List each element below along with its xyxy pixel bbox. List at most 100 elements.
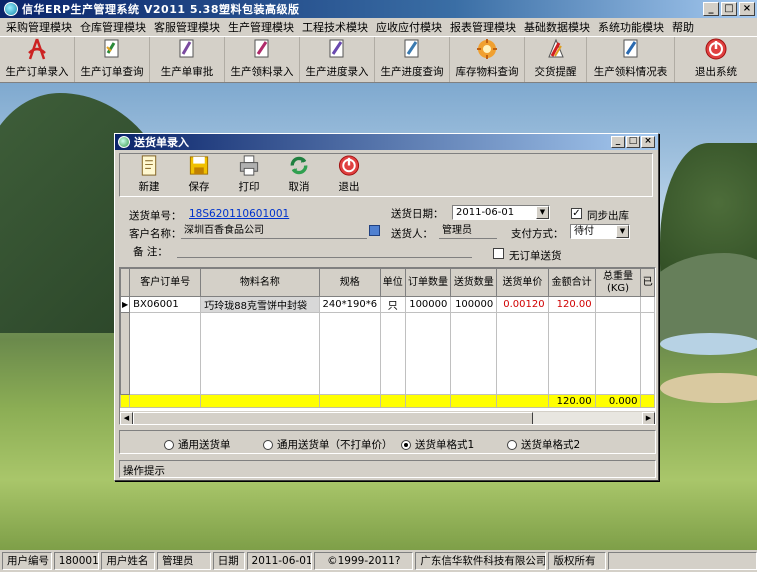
payment-select[interactable]: 待付 ▼ [570,224,630,239]
menu-system[interactable]: 系统功能模块 [594,19,668,35]
note-field[interactable] [177,243,472,258]
cell-spec[interactable]: 240*190*6 [318,296,382,313]
background-lake [660,333,757,355]
scroll-left-icon[interactable]: ◀ [120,412,133,424]
child-title: 送货单录入 [134,136,189,149]
format-1-radio[interactable]: 送货单格式1 [401,437,474,452]
format-no-price-radio[interactable]: 通用送货单（不打单价） [263,437,393,452]
chevron-down-icon[interactable]: ▼ [536,206,549,219]
print-button[interactable]: 打印 [224,154,274,196]
cancel-button[interactable]: 取消 [274,154,324,196]
app-titlebar: 信华ERP生产管理系统 V2011 5.38塑料包装高级版 _ □ × [0,0,757,18]
cell-customer-order[interactable]: BX06001 [129,296,202,313]
format-1-label: 送货单格式1 [415,439,475,451]
col-header[interactable]: 订单数量 [404,268,452,297]
cell-unit-price[interactable]: 0.00120 [496,296,549,313]
total-weight: 0.000 [594,394,642,408]
child-toolbar: 新建 保存 打印 取消 退出 [119,153,653,197]
col-header[interactable]: 金额合计 [547,268,596,297]
menu-customer-service[interactable]: 客服管理模块 [150,19,224,35]
exit-button[interactable]: 退出 [324,154,374,196]
pdf-order-entry-icon [28,38,46,60]
menu-reports[interactable]: 报表管理模块 [446,19,520,35]
col-header[interactable]: 规格 [318,268,382,297]
cell-weight[interactable] [594,296,642,313]
customer-lookup-icon[interactable] [369,225,380,236]
toolbar-delivery-alert-button[interactable]: 交货提醒 [525,37,587,82]
scroll-thumb[interactable] [133,412,533,424]
col-header[interactable]: 单位 [380,268,406,297]
sync-outbound-checkbox[interactable]: ✓ [571,208,582,219]
horizontal-scrollbar[interactable]: ◀ ▶ [120,411,655,424]
operation-hint: 操作提示 [119,460,656,478]
format-general-radio[interactable]: 通用送货单 [164,437,231,452]
no-order-label: 无订单送货 [509,250,562,262]
menu-production[interactable]: 生产管理模块 [224,19,298,35]
cell-material[interactable]: 巧玲珑88克雪饼中封袋 [200,296,320,313]
status-user-name-label: 用户姓名 [101,552,156,570]
format-2-radio[interactable]: 送货单格式2 [507,437,580,452]
toolbar-label: 生产进度录入 [305,66,369,78]
col-header[interactable]: 送货数量 [450,268,498,297]
totals-row: 120.00 0.000 [120,394,655,408]
toolbar-order-query-button[interactable]: 生产订单查询 [75,37,150,82]
deliverer-field[interactable]: 管理员 [439,224,497,239]
close-button[interactable]: × [739,2,755,16]
row-indicator-header [120,268,131,297]
toolbar-order-entry-button[interactable]: 生产订单录入 [0,37,75,82]
child-close-button[interactable]: × [641,136,655,148]
menu-engineering[interactable]: 工程技术模块 [298,19,372,35]
save-disk-icon [189,156,209,175]
cell-delivery-qty[interactable]: 100000 [450,296,498,313]
cell-extra[interactable] [640,296,655,313]
toolbar-material-entry-button[interactable]: 生产领料录入 [225,37,300,82]
no-order-checkbox[interactable] [493,248,504,259]
col-header[interactable]: 物料名称 [200,268,320,297]
format-general-label: 通用送货单 [178,439,231,451]
cell-amount[interactable]: 120.00 [547,296,596,313]
toolbar-material-report-button[interactable]: 生产领料情况表 [587,37,675,82]
date-picker[interactable]: 2011-06-01 ▼ [452,205,550,220]
scroll-right-icon[interactable]: ▶ [642,412,655,424]
toolbar-label: 生产领料情况表 [593,66,668,78]
toolbar-inventory-button[interactable]: 库存物料查询 [450,37,525,82]
delivery-items-grid: 客户订单号 物料名称 规格 单位 订单数量 送货数量 送货单价 金额合计 总重量… [119,267,656,425]
col-header[interactable]: 送货单价 [496,268,549,297]
progress-entry-icon [329,39,344,58]
app-logo-icon [4,2,18,16]
col-header[interactable]: 已 [640,268,655,297]
toolbar-exit-button[interactable]: 退出系统 [675,37,757,82]
order-no-label: 送货单号： [129,210,182,222]
maximize-button[interactable]: □ [721,2,737,16]
menu-basic-data[interactable]: 基础数据模块 [520,19,594,35]
customer-value: 深圳百香食品公司 [184,225,264,236]
new-button[interactable]: 新建 [124,154,174,196]
save-label: 保存 [188,181,210,193]
status-date-label: 日期 [212,552,245,570]
col-header[interactable]: 客户订单号 [129,268,202,297]
toolbar-progress-query-button[interactable]: 生产进度查询 [375,37,450,82]
menu-help[interactable]: 帮助 [668,19,698,35]
radio-circle-selected [401,439,411,450]
toolbar-label: 生产订单录入 [5,66,69,78]
child-minimize-button[interactable]: _ [611,136,625,148]
cell-unit[interactable]: 只 [380,296,406,313]
minimize-button[interactable]: _ [703,2,719,16]
order-no-link[interactable]: 18S620110601001 [189,208,289,220]
chevron-down-icon[interactable]: ▼ [616,225,629,238]
menu-purchase[interactable]: 采购管理模块 [2,19,76,35]
toolbar-approval-button[interactable]: 生产单审批 [150,37,225,82]
save-button[interactable]: 保存 [174,154,224,196]
table-row[interactable]: ▶ BX06001 巧玲珑88克雪饼中封袋 240*190*6 只 100000… [120,296,655,313]
toolbar-progress-entry-button[interactable]: 生产进度录入 [300,37,375,82]
customer-field[interactable]: 深圳百香食品公司 [181,224,367,239]
child-maximize-button[interactable]: □ [626,136,640,148]
child-titlebar: 送货单录入 _ □ × [115,134,658,150]
col-header[interactable]: 总重量(KG) [594,268,642,297]
cell-order-qty[interactable]: 100000 [404,296,452,313]
menu-receivable-payable[interactable]: 应收应付模块 [372,19,446,35]
radio-circle [164,439,174,450]
menu-warehouse[interactable]: 仓库管理模块 [76,19,150,35]
inventory-icon [477,39,497,59]
customer-label: 客户名称： [129,228,182,240]
